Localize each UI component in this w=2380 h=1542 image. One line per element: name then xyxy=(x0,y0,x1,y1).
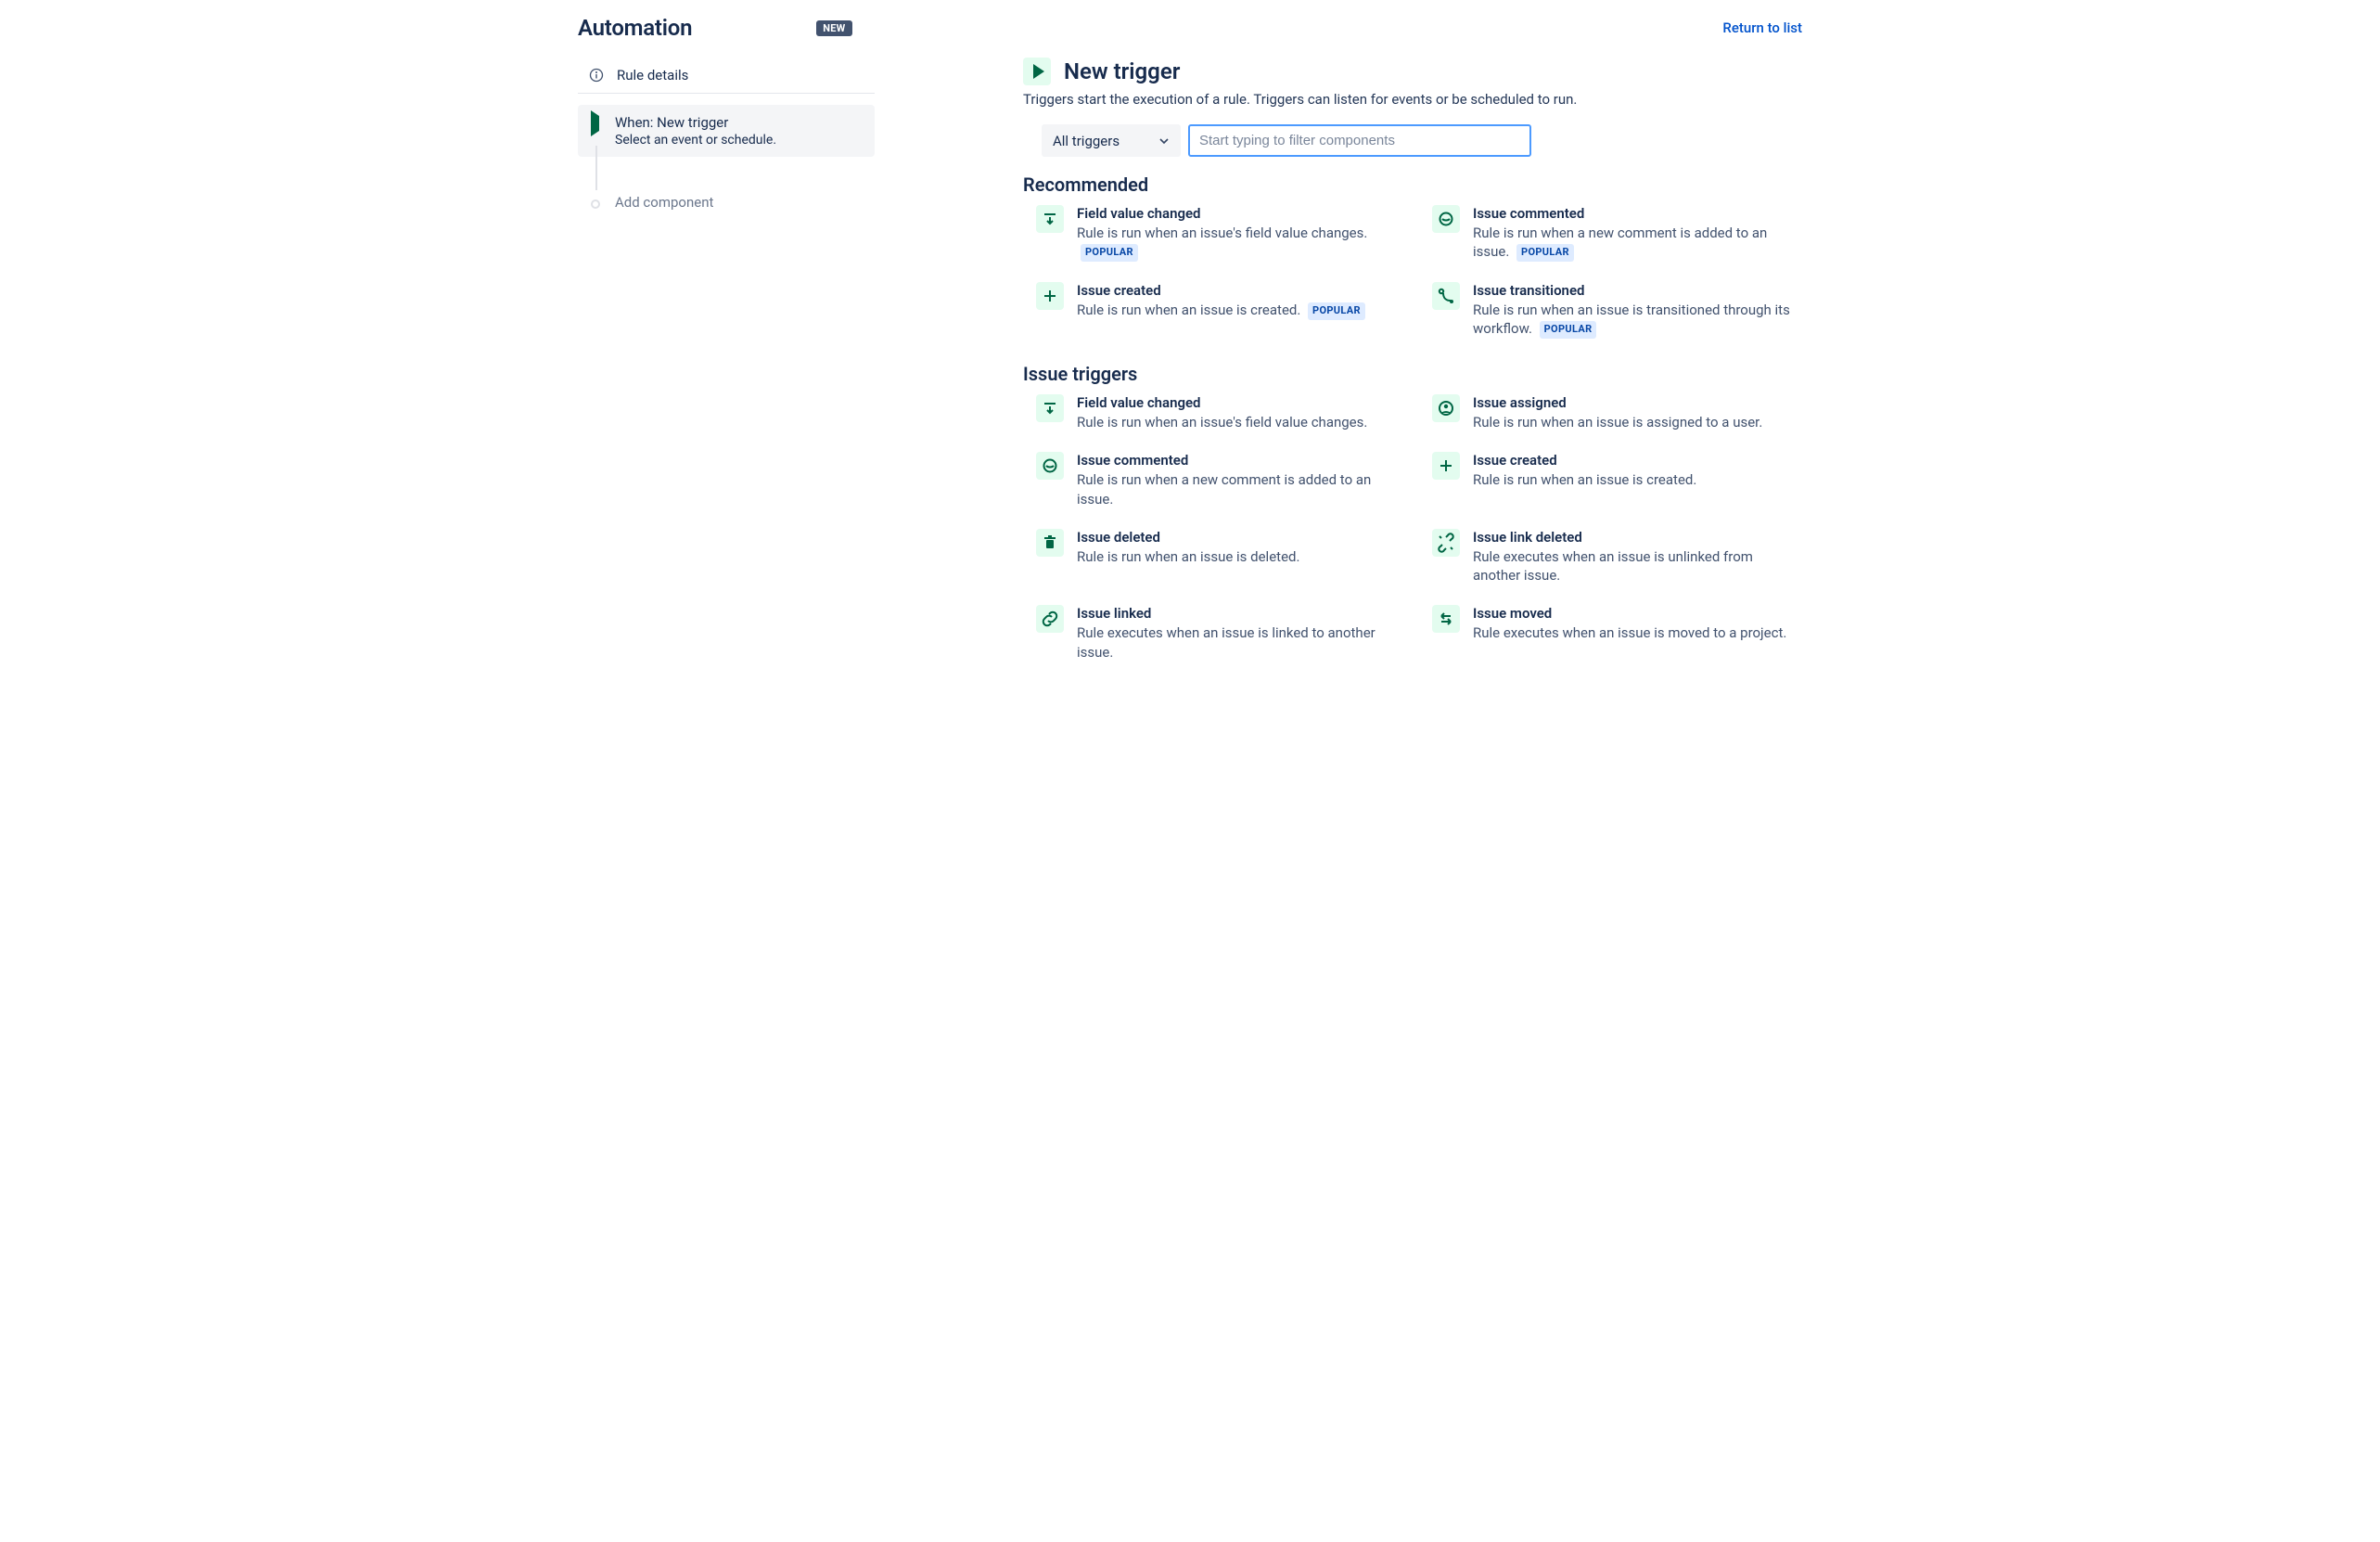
link-icon xyxy=(1036,605,1064,633)
trigger-option[interactable]: Issue createdRule is run when an issue i… xyxy=(1432,452,1802,508)
plus-icon xyxy=(1432,452,1460,480)
trigger-title: Issue transitioned xyxy=(1473,282,1802,299)
trigger-step-card[interactable]: When: New trigger Select an event or sch… xyxy=(578,105,875,157)
trigger-grid: Field value changed Rule is run when an i… xyxy=(1036,205,1802,339)
add-component-label: Add component xyxy=(615,194,713,211)
trigger-title: Field value changed xyxy=(1077,205,1406,222)
step-title: When: New trigger xyxy=(615,114,864,131)
transition-icon xyxy=(1432,282,1460,310)
trigger-description: Rule is run when an issue is deleted. xyxy=(1077,547,1299,566)
trigger-grid: Field value changed Rule is run when an i… xyxy=(1036,394,1802,662)
trigger-title: Issue commented xyxy=(1473,205,1802,222)
trigger-option[interactable]: Issue movedRule executes when an issue i… xyxy=(1432,605,1802,662)
trigger-title: Field value changed xyxy=(1077,394,1367,411)
comment-icon xyxy=(1432,205,1460,233)
trigger-option[interactable]: Issue transitioned Rule is run when an is… xyxy=(1432,282,1802,339)
chain-dot-icon xyxy=(591,199,600,209)
trigger-option[interactable]: Issue assigned Rule is run when an issue … xyxy=(1432,394,1802,431)
trigger-title: Issue commented xyxy=(1077,452,1406,469)
trigger-description: Rule is run when an issue is assigned to… xyxy=(1473,413,1762,431)
add-component-button[interactable]: Add component xyxy=(578,185,875,220)
trigger-option[interactable]: Issue linkedRule executes when an issue … xyxy=(1036,605,1406,662)
trigger-title: Issue moved xyxy=(1473,605,1786,622)
step-subtitle: Select an event or schedule. xyxy=(615,133,864,148)
trigger-option[interactable]: Issue deletedRule is run when an issue i… xyxy=(1036,529,1406,585)
play-icon xyxy=(589,116,599,131)
trigger-description: Rule is run when an issue's field value … xyxy=(1077,224,1406,262)
plus-icon xyxy=(1036,282,1064,310)
trigger-description: Rule is run when an issue is created. xyxy=(1473,470,1696,489)
trigger-title: Issue linked xyxy=(1077,605,1406,622)
trigger-description: Rule is run when an issue's field value … xyxy=(1077,413,1367,431)
filter-input[interactable] xyxy=(1188,124,1531,157)
trigger-title: Issue link deleted xyxy=(1473,529,1802,546)
move-icon xyxy=(1432,605,1460,633)
trigger-category-dropdown[interactable]: All triggers xyxy=(1042,124,1181,157)
trigger-title: Issue deleted xyxy=(1077,529,1299,546)
chevron-down-icon xyxy=(1158,135,1170,147)
dropdown-label: All triggers xyxy=(1053,133,1120,149)
field-changed-icon xyxy=(1036,205,1064,233)
person-icon xyxy=(1432,394,1460,422)
return-to-list-link[interactable]: Return to list xyxy=(1722,19,1802,36)
trigger-description: Rule executes when an issue is linked to… xyxy=(1077,623,1406,662)
trigger-option[interactable]: Issue created Rule is run when an issue i… xyxy=(1036,282,1406,339)
trigger-option[interactable]: Field value changed Rule is run when an i… xyxy=(1036,394,1406,431)
field-changed-icon xyxy=(1036,394,1064,422)
page-title: Automation xyxy=(578,15,692,41)
popular-badge: POPULAR xyxy=(1081,244,1138,262)
trigger-option[interactable]: Issue link deletedRule executes when an … xyxy=(1432,529,1802,585)
trigger-description: Rule is run when an issue is transitione… xyxy=(1473,301,1802,339)
trigger-description: Rule executes when an issue is unlinked … xyxy=(1473,547,1802,585)
unlink-icon xyxy=(1432,529,1460,557)
main-description: Triggers start the execution of a rule. … xyxy=(1023,91,1802,108)
trigger-title: Issue created xyxy=(1473,452,1696,469)
section-title: Issue triggers xyxy=(1023,363,1802,385)
popular-badge: POPULAR xyxy=(1516,244,1574,262)
trigger-option[interactable]: Issue commentedRule is run when a new co… xyxy=(1036,452,1406,508)
main-title: New trigger xyxy=(1064,58,1180,84)
comment-icon xyxy=(1036,452,1064,480)
chain-line xyxy=(595,146,597,190)
popular-badge: POPULAR xyxy=(1540,321,1597,339)
main-panel: New trigger Triggers start the execution… xyxy=(893,58,1802,686)
popular-badge: POPULAR xyxy=(1308,302,1365,320)
page-header: Automation NEW Return to list xyxy=(578,9,1802,58)
trigger-title: Issue assigned xyxy=(1473,394,1762,411)
trigger-option[interactable]: Issue commented Rule is run when a new co… xyxy=(1432,205,1802,262)
trigger-icon xyxy=(1023,58,1051,85)
trigger-title: Issue created xyxy=(1077,282,1365,299)
trash-icon xyxy=(1036,529,1064,557)
rule-details-row[interactable]: Rule details xyxy=(578,58,875,94)
trigger-description: Rule is run when a new comment is added … xyxy=(1473,224,1802,262)
sidebar: Rule details When: New trigger Select an… xyxy=(578,58,893,686)
section-title: Recommended xyxy=(1023,173,1802,196)
trigger-description: Rule is run when an issue is created. PO… xyxy=(1077,301,1365,320)
new-badge: NEW xyxy=(816,20,851,36)
rule-details-label: Rule details xyxy=(617,67,688,84)
trigger-description: Rule is run when a new comment is added … xyxy=(1077,470,1406,508)
info-icon xyxy=(589,68,604,83)
trigger-option[interactable]: Field value changed Rule is run when an i… xyxy=(1036,205,1406,262)
trigger-description: Rule executes when an issue is moved to … xyxy=(1473,623,1786,642)
